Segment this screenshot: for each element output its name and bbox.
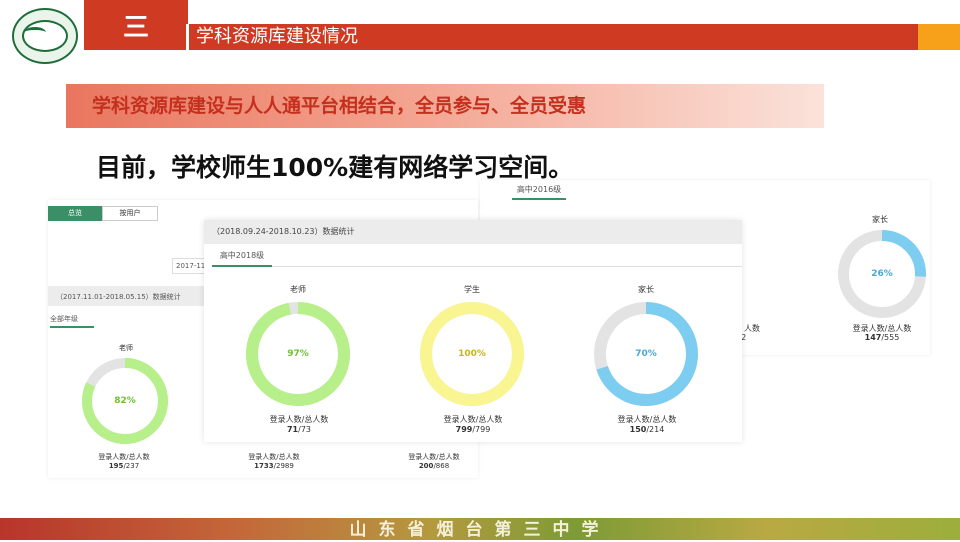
donut-chart-parent: 26%: [838, 230, 926, 318]
tab-grade-2018[interactable]: 高中2018级: [212, 250, 272, 267]
stat-logged: 799: [455, 425, 473, 434]
section-number: 三: [122, 12, 149, 43]
slide-title: 学科资源库建设情况: [196, 26, 358, 47]
title-accent-block: [918, 24, 960, 50]
tab-all-grades[interactable]: 全部年级: [50, 314, 94, 328]
stat-logged: 195: [108, 462, 124, 470]
date-range-label: （2017.11.01-2018.05.15）数据统计: [56, 293, 181, 301]
footer-school-name: 山东省烟台第三中学: [349, 520, 611, 540]
subtitle-text: 学科资源库建设与人人通平台相结合，全员参与、全员受惠: [92, 95, 587, 117]
stat-total: /214: [646, 425, 665, 434]
donut-percent: 26%: [871, 269, 893, 279]
stat-value: 1733/2989: [238, 462, 310, 470]
tab-grade-2016[interactable]: 高中2016级: [512, 184, 566, 200]
stat-value: 200/868: [398, 462, 470, 470]
donut-chart-student: 100%: [420, 302, 524, 406]
stat-value: 195/237: [88, 462, 160, 470]
stat-value: 150/214: [602, 425, 692, 434]
stat-logged: 147: [864, 333, 882, 342]
stat-logged: 1733: [254, 462, 274, 470]
stat-value: 71/73: [254, 425, 344, 434]
chart-label-teacher: 老师: [119, 344, 133, 352]
donut-chart-teacher: 97%: [246, 302, 350, 406]
stat-total: /237: [123, 462, 140, 470]
stat-label: 登录人数/总人数: [98, 453, 150, 461]
donut-percent: 82%: [114, 396, 136, 406]
date-range-label: （2018.09.24-2018.10.23）数据统计: [212, 227, 355, 236]
stat-total: /555: [881, 333, 900, 342]
chart-label-teacher: 老师: [290, 285, 306, 294]
tab-underline: [212, 266, 742, 267]
chart-label-parent: 家长: [638, 285, 654, 294]
donut-chart-parent: 70%: [594, 302, 698, 406]
donut-percent: 70%: [635, 349, 657, 359]
donut-percent: 97%: [287, 349, 309, 359]
stat-logged: 150: [629, 425, 647, 434]
tab-overview[interactable]: 总览: [48, 206, 102, 221]
stat-total: /73: [298, 425, 311, 434]
school-emblem-icon: [12, 8, 78, 64]
stat-total: /2989: [273, 462, 294, 470]
emblem-book-mark: [24, 27, 46, 38]
donut-chart-teacher: 82%: [82, 358, 168, 444]
stat-value: 799/799: [428, 425, 518, 434]
panel-grade-2018: （2018.09.24-2018.10.23）数据统计 高中2018级 老师 9…: [204, 220, 742, 442]
donut-percent: 100%: [458, 349, 486, 359]
stat-label: 登录人数/总人数: [248, 453, 300, 461]
stat-label: 登录人数/总人数: [617, 415, 677, 424]
stat-total: /868: [433, 462, 450, 470]
stat-logged: 200: [418, 462, 434, 470]
stat-label: 登录人数/总人数: [269, 415, 329, 424]
stat-logged: 71: [286, 425, 299, 434]
main-statement: 目前，学校师生100%建有网络学习空间。: [96, 153, 574, 182]
chart-label-parent: 家长: [872, 215, 888, 224]
stat-label: 登录人数/总人数: [443, 415, 503, 424]
stat-total: /799: [472, 425, 491, 434]
stat-label: 登录人数/总人数: [408, 453, 460, 461]
tab-by-user[interactable]: 按用户: [102, 206, 158, 221]
chart-label-student: 学生: [464, 285, 480, 294]
stat-value: 147/555: [846, 333, 918, 342]
